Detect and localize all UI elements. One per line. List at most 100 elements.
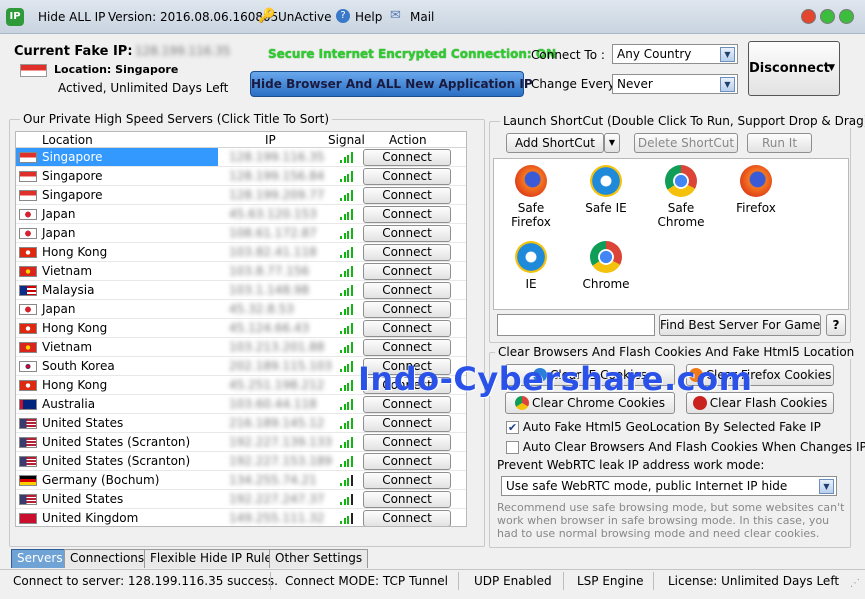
server-location[interactable]: Hong Kong: [16, 243, 218, 261]
shortcut-item[interactable]: IE: [496, 241, 566, 291]
column-ip[interactable]: IP: [265, 133, 276, 147]
connect-button[interactable]: Connect: [363, 282, 451, 299]
server-location[interactable]: United States: [16, 490, 218, 508]
connect-button[interactable]: Connect: [363, 434, 451, 451]
tab-flexible-hide-ip-rules[interactable]: Flexible Hide IP Rules: [144, 549, 285, 568]
server-location[interactable]: United States (Scranton): [16, 433, 218, 451]
table-row[interactable]: Japan 45.63.120.153 Connect: [16, 205, 466, 224]
maximize-button[interactable]: [820, 9, 835, 24]
table-row[interactable]: United Kingdom 149.255.111.32 Connect: [16, 509, 466, 526]
connect-button[interactable]: Connect: [363, 206, 451, 223]
table-row[interactable]: Vietnam 103.213.201.88 Connect: [16, 338, 466, 357]
webrtc-mode-select[interactable]: Use safe WebRTC mode, public Internet IP…: [501, 476, 837, 496]
table-row[interactable]: United States (Scranton) 192.227.153.189 C…: [16, 452, 466, 471]
tab-servers[interactable]: Servers: [11, 549, 69, 568]
game-search-input[interactable]: [497, 314, 655, 336]
table-row[interactable]: United States (Scranton) 192.227.139.133 C…: [16, 433, 466, 452]
shortcut-item[interactable]: Firefox: [721, 165, 791, 215]
table-row[interactable]: Japan 108.61.172.87 Connect: [16, 224, 466, 243]
column-action[interactable]: Action: [389, 133, 427, 147]
server-location[interactable]: Singapore: [16, 186, 218, 204]
minimize-button[interactable]: [801, 9, 816, 24]
connect-button[interactable]: Connect: [363, 168, 451, 185]
connect-button[interactable]: Connect: [363, 415, 451, 432]
change-every-select[interactable]: Never ▼: [612, 74, 738, 94]
server-location[interactable]: South Korea: [16, 357, 218, 375]
server-location[interactable]: United States: [16, 414, 218, 432]
connect-button[interactable]: Connect: [363, 510, 451, 526]
server-location[interactable]: United Kingdom: [16, 509, 218, 526]
auto-fake-html5-row[interactable]: ✔ Auto Fake Html5 GeoLocation By Selecte…: [506, 420, 821, 434]
auto-fake-html5-checkbox[interactable]: ✔: [506, 421, 519, 434]
add-shortcut-dropdown-icon[interactable]: ▼: [604, 133, 620, 153]
shortcut-item[interactable]: Safe IE: [571, 165, 641, 215]
server-location[interactable]: Japan: [16, 300, 218, 318]
server-location[interactable]: Japan: [16, 205, 218, 223]
resize-grip-icon[interactable]: ⋰: [850, 578, 862, 590]
server-location[interactable]: Singapore: [16, 148, 218, 166]
connect-button[interactable]: Connect: [363, 472, 451, 489]
connect-button[interactable]: Connect: [363, 339, 451, 356]
add-shortcut-button[interactable]: Add ShortCut: [506, 133, 604, 153]
shortcut-item[interactable]: Safe Chrome: [646, 165, 716, 229]
connect-button[interactable]: Connect: [363, 301, 451, 318]
close-button[interactable]: [839, 9, 854, 24]
shortcut-item[interactable]: Safe Firefox: [496, 165, 566, 229]
server-location[interactable]: Malaysia: [16, 281, 218, 299]
table-row[interactable]: Vietnam 103.8.77.156 Connect: [16, 262, 466, 281]
dropdown-arrow-icon[interactable]: ▼: [819, 479, 834, 494]
server-location[interactable]: Japan: [16, 224, 218, 242]
server-location[interactable]: United States (Scranton): [16, 452, 218, 470]
connect-button[interactable]: Connect: [363, 396, 451, 413]
auto-fake-html5-label: Auto Fake Html5 GeoLocation By Selected …: [522, 420, 821, 434]
unactive-menu[interactable]: UnActive: [278, 10, 332, 24]
connect-button[interactable]: Connect: [363, 320, 451, 337]
server-location[interactable]: Hong Kong: [16, 376, 218, 394]
tab-connections[interactable]: Connections: [64, 549, 151, 568]
server-location[interactable]: Vietnam: [16, 338, 218, 356]
unactive-icon[interactable]: 🔑: [258, 8, 275, 24]
column-location[interactable]: Location: [42, 133, 93, 147]
connect-button[interactable]: Connect: [363, 263, 451, 280]
help-question-button[interactable]: ?: [826, 314, 846, 336]
table-row[interactable]: Malaysia 103.1.148.98 Connect: [16, 281, 466, 300]
disconnect-button[interactable]: Disconnect ▼: [748, 41, 840, 96]
tab-other-settings[interactable]: Other Settings: [269, 549, 369, 568]
disconnect-dropdown-icon[interactable]: ▼: [828, 42, 835, 95]
connect-button[interactable]: Connect: [363, 149, 451, 166]
dropdown-arrow-icon[interactable]: ▼: [720, 77, 735, 92]
table-row[interactable]: Japan 45.32.8.53 Connect: [16, 300, 466, 319]
server-location[interactable]: Germany (Bochum): [16, 471, 218, 489]
connect-button[interactable]: Connect: [363, 491, 451, 508]
hide-browser-button[interactable]: Hide Browser And ALL New Application IP: [250, 71, 533, 97]
server-location[interactable]: Australia: [16, 395, 218, 413]
auto-clear-row[interactable]: Auto Clear Browsers And Flash Cookies Wh…: [506, 440, 865, 454]
help-icon[interactable]: ?: [336, 9, 350, 23]
auto-clear-checkbox[interactable]: [506, 441, 519, 454]
connect-button[interactable]: Connect: [363, 187, 451, 204]
run-it-button[interactable]: Run It: [747, 133, 812, 153]
connect-to-select[interactable]: Any Country ▼: [612, 44, 738, 64]
mail-icon[interactable]: ✉: [390, 8, 401, 23]
mail-menu[interactable]: Mail: [410, 10, 434, 24]
table-row[interactable]: Hong Kong 103.82.41.118 Connect: [16, 243, 466, 262]
server-location[interactable]: Singapore: [16, 167, 218, 185]
find-best-server-button[interactable]: Find Best Server For Game: [659, 314, 821, 336]
table-row[interactable]: Singapore 128.199.209.77 Connect: [16, 186, 466, 205]
connect-button[interactable]: Connect: [363, 453, 451, 470]
connect-button[interactable]: Connect: [363, 244, 451, 261]
table-row[interactable]: Singapore 128.199.156.84 Connect: [16, 167, 466, 186]
table-row[interactable]: Hong Kong 45.124.66.43 Connect: [16, 319, 466, 338]
dropdown-arrow-icon[interactable]: ▼: [720, 47, 735, 62]
delete-shortcut-button[interactable]: Delete ShortCut: [634, 133, 738, 153]
server-location[interactable]: Hong Kong: [16, 319, 218, 337]
shortcut-item[interactable]: Chrome: [571, 241, 641, 291]
table-row[interactable]: Singapore 128.199.116.35 Connect: [16, 148, 466, 167]
table-row[interactable]: United States 216.189.145.12 Connect: [16, 414, 466, 433]
column-signal[interactable]: Signal: [328, 133, 365, 147]
connect-button[interactable]: Connect: [363, 225, 451, 242]
server-location[interactable]: Vietnam: [16, 262, 218, 280]
table-row[interactable]: Germany (Bochum) 134.255.74.21 Connect: [16, 471, 466, 490]
help-menu[interactable]: Help: [355, 10, 382, 24]
table-row[interactable]: United States 192.227.247.37 Connect: [16, 490, 466, 509]
